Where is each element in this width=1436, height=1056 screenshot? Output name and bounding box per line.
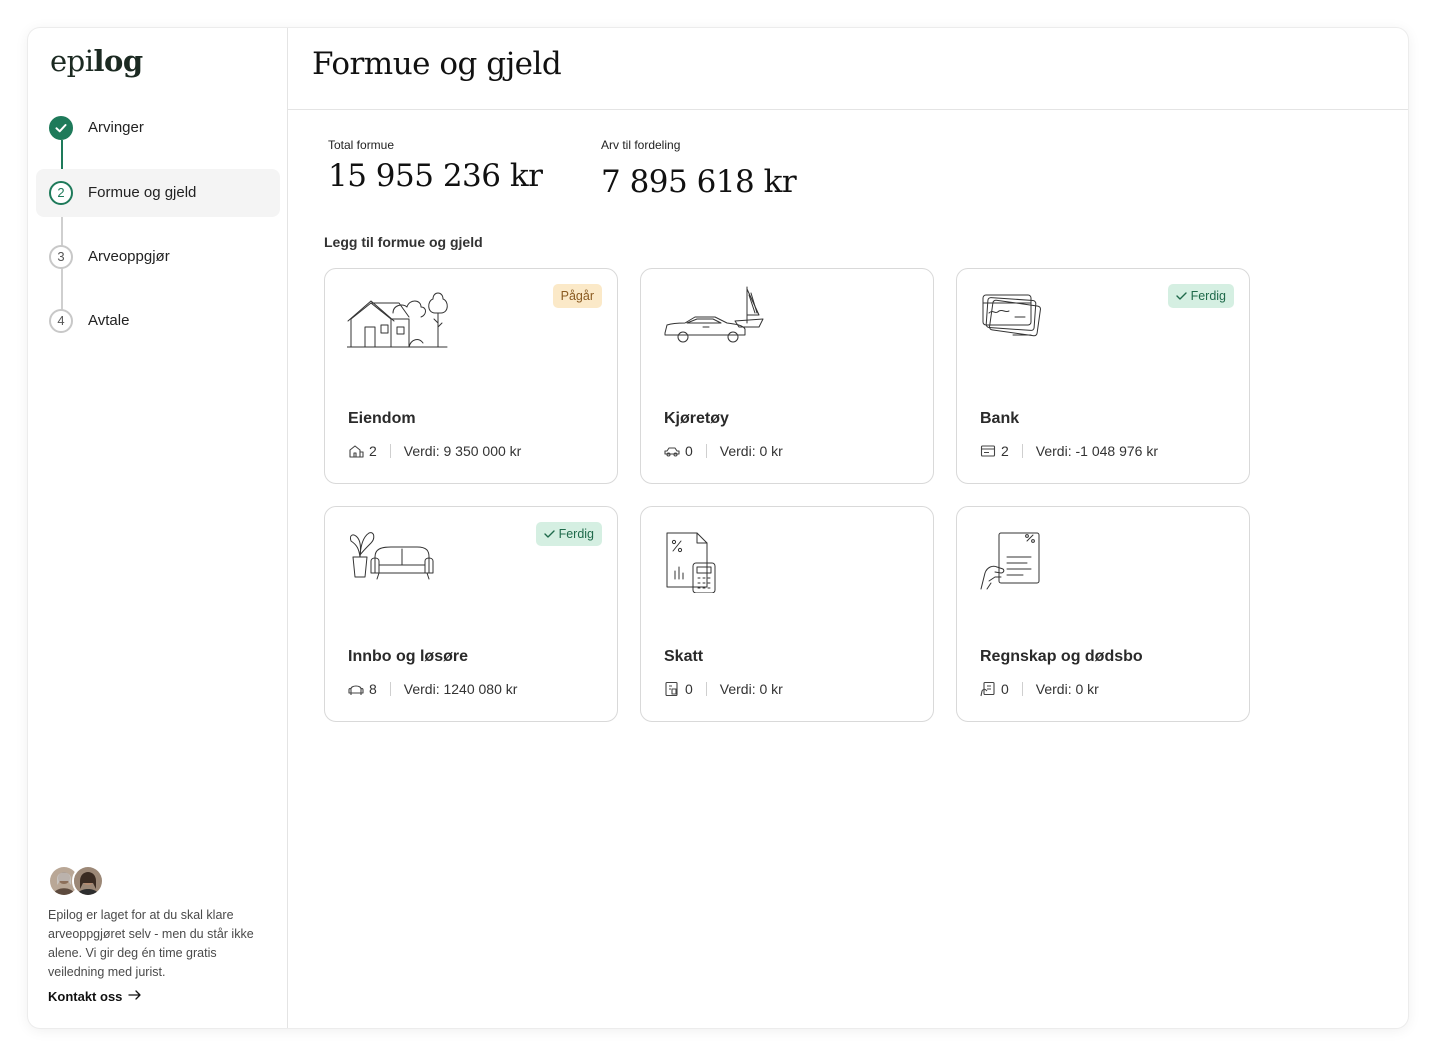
- logo-bold-text: log: [93, 44, 144, 78]
- step-label: Arveoppgjør: [88, 248, 170, 265]
- card-value: Verdi: 0 kr: [1035, 681, 1099, 697]
- check-icon: [543, 530, 555, 538]
- card-meta: 8 Verdi: 1240 080 kr: [348, 681, 517, 697]
- category-card-innbo-og-losore[interactable]: Ferdig Innbo og løsøre 8 Verdi: 1240 080…: [324, 506, 618, 722]
- step-check-icon: [49, 116, 73, 140]
- meta-divider: [1021, 682, 1023, 696]
- logo-light-text: epi: [50, 44, 94, 78]
- card-value: Verdi: 0 kr: [719, 681, 783, 697]
- meta-divider: [389, 682, 391, 696]
- category-card-eiendom[interactable]: Pågår Eiendom 2 Verdi: 9 350 000 kr: [324, 268, 618, 484]
- status-badge-done: Ferdig: [535, 522, 602, 546]
- sofa-plant-illustration-icon: [347, 521, 457, 593]
- step-label: Formue og gjeld: [88, 184, 197, 201]
- step-progress-line: [61, 140, 63, 322]
- category-card-bank[interactable]: Ferdig Bank 2 Verdi: -1 048 976 kr: [956, 268, 1250, 484]
- badge-label: Ferdig: [558, 527, 594, 541]
- bank-card-icon: [980, 443, 996, 459]
- step-number: 3: [49, 245, 73, 269]
- tax-document-icon: [664, 681, 680, 697]
- page-header: Formue og gjeld: [288, 28, 1408, 110]
- card-title: Innbo og løsøre: [348, 648, 468, 665]
- card-meta: 2 Verdi: -1 048 976 kr: [980, 443, 1158, 459]
- card-value: Verdi: 0 kr: [719, 443, 783, 459]
- arrow-right-icon: [128, 989, 142, 1004]
- check-icon: [1175, 292, 1187, 300]
- accounting-document-illustration-icon: [979, 521, 1089, 593]
- card-count: 0: [685, 681, 693, 697]
- bank-cards-illustration-icon: [979, 283, 1089, 355]
- total-formue-value: 15 955 236 kr: [328, 158, 543, 194]
- card-value: Verdi: -1 048 976 kr: [1035, 443, 1158, 459]
- section-title: Legg til formue og gjeld: [324, 234, 483, 250]
- card-value: Verdi: 1240 080 kr: [403, 681, 518, 697]
- card-meta: 0 Verdi: 0 kr: [664, 681, 783, 697]
- card-count: 0: [1001, 681, 1009, 697]
- category-card-kjoretoy[interactable]: Kjøretøy 0 Verdi: 0 kr: [640, 268, 934, 484]
- sofa-icon: [348, 681, 364, 697]
- card-count: 0: [685, 443, 693, 459]
- card-count: 2: [369, 443, 377, 459]
- meta-divider: [705, 682, 707, 696]
- house-icon: [348, 443, 364, 459]
- epilog-logo[interactable]: epilog: [50, 44, 143, 78]
- badge-label: Pågår: [560, 289, 594, 303]
- step-label: Arvinger: [88, 119, 144, 136]
- step-arveoppgjor[interactable]: 3 Arveoppgjør: [36, 233, 280, 281]
- main-content: Formue og gjeld Total formue 15 955 236 …: [288, 28, 1408, 1028]
- step-number: 2: [49, 181, 73, 205]
- step-number: 4: [49, 309, 73, 333]
- step-arvinger[interactable]: Arvinger: [36, 104, 280, 152]
- arv-til-fordeling-value: 7 895 618 kr: [601, 164, 797, 200]
- card-title: Bank: [980, 410, 1020, 427]
- category-card-skatt[interactable]: Skatt 0 Verdi: 0 kr: [640, 506, 934, 722]
- total-formue-stat: Total formue 15 955 236 kr: [328, 138, 543, 194]
- badge-label: Ferdig: [1190, 289, 1226, 303]
- meta-divider: [1021, 444, 1023, 458]
- contact-label: Kontakt oss: [48, 989, 123, 1004]
- advisor-avatars: [48, 865, 108, 897]
- card-meta: 0 Verdi: 0 kr: [664, 443, 783, 459]
- car-boat-illustration-icon: [663, 283, 773, 355]
- step-label: Avtale: [88, 312, 130, 329]
- status-badge-in-progress: Pågår: [552, 284, 602, 308]
- car-icon: [664, 443, 680, 459]
- sidebar: epilog Arvinger 2 Formue og gjeld 3 Arve…: [28, 28, 288, 1028]
- accounting-document-icon: [980, 681, 996, 697]
- step-formue-og-gjeld[interactable]: 2 Formue og gjeld: [36, 169, 280, 217]
- page-title: Formue og gjeld: [312, 46, 562, 82]
- card-count: 8: [369, 681, 377, 697]
- status-badge-done: Ferdig: [1167, 284, 1234, 308]
- meta-divider: [389, 444, 391, 458]
- meta-divider: [705, 444, 707, 458]
- card-meta: 2 Verdi: 9 350 000 kr: [348, 443, 521, 459]
- help-text: Epilog er laget for at du skal klare arv…: [48, 908, 254, 979]
- contact-link[interactable]: Kontakt oss: [48, 989, 142, 1004]
- card-title: Regnskap og dødsbo: [980, 648, 1143, 665]
- house-illustration-icon: [346, 283, 457, 355]
- category-card-regnskap-og-dodsbo[interactable]: Regnskap og dødsbo 0 Verdi: 0 kr: [956, 506, 1250, 722]
- tax-calculator-illustration-icon: [663, 521, 773, 594]
- arv-til-fordeling-label: Arv til fordeling: [601, 138, 681, 152]
- card-title: Skatt: [664, 648, 704, 665]
- step-avtale[interactable]: 4 Avtale: [36, 297, 280, 345]
- total-formue-label: Total formue: [328, 138, 395, 152]
- card-count: 2: [1001, 443, 1009, 459]
- card-value: Verdi: 9 350 000 kr: [403, 443, 522, 459]
- card-meta: 0 Verdi: 0 kr: [980, 681, 1099, 697]
- card-title: Kjøretøy: [664, 410, 729, 427]
- card-title: Eiendom: [348, 410, 416, 427]
- app-window: epilog Arvinger 2 Formue og gjeld 3 Arve…: [28, 28, 1408, 1028]
- arv-til-fordeling-stat: Arv til fordeling 7 895 618 kr: [601, 138, 797, 200]
- avatar: [72, 865, 104, 897]
